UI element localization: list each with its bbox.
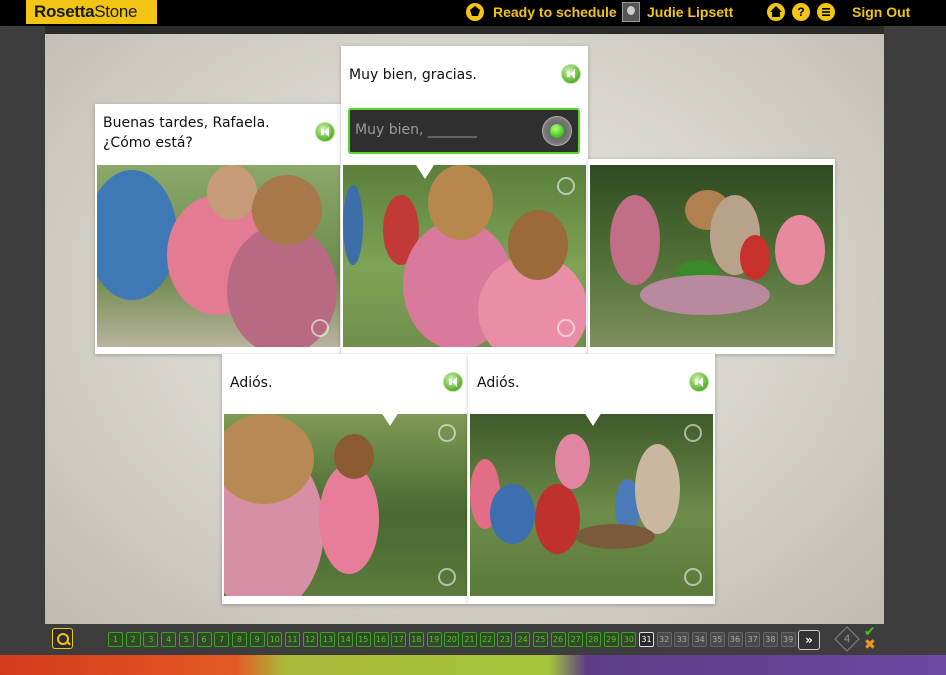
user-name: Judie Lipsett [647,4,734,20]
card-1-caption-line-2: ¿Cómo está? [103,135,193,151]
page-button-8[interactable]: 8 [231,632,247,647]
page-button-13[interactable]: 13 [320,632,336,647]
page-button-34[interactable]: 34 [692,632,708,647]
rosetta-stone-logo: RosettaStone [26,0,157,24]
page-button-7[interactable]: 7 [214,632,230,647]
speaker-icon[interactable] [443,372,463,392]
lesson-card-1: Buenas tardes, Rafaela. ¿Cómo está? [95,104,341,354]
page-button-29[interactable]: 29 [603,632,619,647]
speech-tail [381,412,399,426]
page-button-4[interactable]: 4 [161,632,177,647]
lesson-card-3 [588,159,835,354]
page-button-10[interactable]: 10 [267,632,283,647]
speech-tail [584,412,602,426]
lesson-card-2: Muy bien, gracias. [341,46,588,354]
page-button-2[interactable]: 2 [125,632,141,647]
card-1-caption-line-1: Buenas tardes, Rafaela. [103,115,270,131]
logo-text-rosetta: Rosetta [34,2,95,21]
page-button-19[interactable]: 19 [426,632,442,647]
speaker-icon[interactable] [689,372,709,392]
replay-icon[interactable] [438,568,456,586]
ready-to-schedule-link[interactable]: Ready to schedule [493,2,617,22]
decorative-footer-strip [0,655,946,675]
page-button-5[interactable]: 5 [178,632,194,647]
next-pages-button[interactable]: » [798,630,820,650]
score-value: 4 [843,633,851,645]
home-icon[interactable] [767,3,785,21]
page-button-18[interactable]: 18 [408,632,424,647]
page-button-37[interactable]: 37 [745,632,761,647]
page-button-23[interactable]: 23 [497,632,513,647]
page-button-17[interactable]: 17 [391,632,407,647]
sign-out-link[interactable]: Sign Out [852,2,910,22]
microphone-icon[interactable] [542,116,572,146]
photo-goodbye-2 [470,414,713,596]
top-bar: RosettaStone Ready to schedule Judie Lip… [0,0,946,26]
page-button-6[interactable]: 6 [196,632,212,647]
page-button-11[interactable]: 11 [285,632,300,647]
photo-picnic [590,165,833,347]
lesson-card-4: Adiós. [222,354,468,604]
lesson-card-5: Adiós. [468,354,715,604]
page-button-3[interactable]: 3 [143,632,159,647]
page-button-9[interactable]: 9 [249,632,265,647]
page-button-20[interactable]: 20 [444,632,460,647]
speaker-icon[interactable] [561,64,581,84]
help-icon[interactable]: ? [792,3,810,21]
page-button-24[interactable]: 24 [515,632,531,647]
right-margin [884,26,946,648]
page-button-27[interactable]: 27 [568,632,584,647]
page-button-26[interactable]: 26 [550,632,566,647]
page-button-16[interactable]: 16 [373,632,389,647]
menu-icon[interactable] [817,3,835,21]
page-button-32[interactable]: 32 [656,632,672,647]
page-button-30[interactable]: 30 [621,632,637,647]
replay-icon[interactable] [438,424,456,442]
page-button-28[interactable]: 28 [585,632,601,647]
page-button-35[interactable]: 35 [709,632,725,647]
replay-icon[interactable] [311,319,329,337]
page-button-12[interactable]: 12 [302,632,318,647]
page-button-25[interactable]: 25 [532,632,548,647]
card-2-caption: Muy bien, gracias. [349,67,477,83]
user-avatar [622,2,640,22]
page-button-39[interactable]: 39 [780,632,796,647]
page-button-22[interactable]: 22 [479,632,495,647]
answer-input[interactable]: Muy bien, _______ [348,108,580,154]
logo-text-stone: Stone [94,2,138,21]
photo-greeting [97,165,340,347]
page-button-33[interactable]: 33 [674,632,690,647]
incorrect-x-icon: ✖ [864,637,876,653]
page-button-15[interactable]: 15 [355,632,371,647]
answer-placeholder: Muy bien, _______ [355,122,477,138]
schedule-icon[interactable] [466,3,484,21]
replay-icon[interactable] [684,424,702,442]
speaker-icon[interactable] [315,122,335,142]
page-button-31[interactable]: 31 [639,632,654,647]
replay-icon[interactable] [557,319,575,337]
replay-icon[interactable] [684,568,702,586]
photo-goodbye-1 [224,414,467,596]
left-margin [0,26,45,648]
page-button-14[interactable]: 14 [338,632,354,647]
page-button-21[interactable]: 21 [462,632,477,647]
page-button-1[interactable]: 1 [108,632,123,647]
card-5-caption: Adiós. [477,375,520,391]
zoom-icon[interactable] [52,628,73,649]
speech-tail [416,165,434,179]
page-button-36[interactable]: 36 [727,632,743,647]
page-button-38[interactable]: 38 [762,632,778,647]
photo-response [343,165,586,347]
card-4-caption: Adiós. [230,375,273,391]
replay-icon[interactable] [557,177,575,195]
